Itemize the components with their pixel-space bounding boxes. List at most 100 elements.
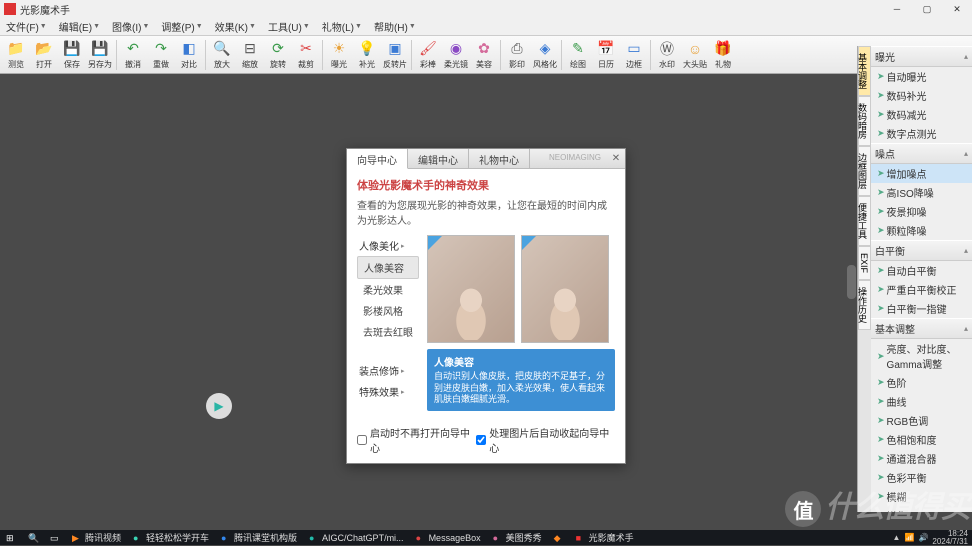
toolbtn-旋转[interactable]: ⟳旋转: [264, 38, 292, 72]
menu-7[interactable]: 帮助(H)▼: [368, 19, 422, 34]
taskbar-item-3[interactable]: ▶腾讯视频: [66, 530, 127, 545]
toolbtn-反转片[interactable]: ▣反转片: [381, 38, 409, 72]
rp-section[interactable]: 噪点▴: [871, 143, 972, 164]
preview-after[interactable]: [521, 235, 609, 343]
toolbtn-礼物[interactable]: 🎁礼物: [709, 38, 737, 72]
tab-edit[interactable]: 编辑中心: [408, 149, 469, 168]
toolbtn-柔光镜[interactable]: ◉柔光镜: [442, 38, 470, 72]
subitem-redeye[interactable]: 去斑去红眼: [357, 321, 419, 342]
arrow-icon: ➤: [877, 206, 885, 217]
toolbtn-绘图[interactable]: ✎绘图: [564, 38, 592, 72]
rp-item-夜景抑噪[interactable]: ➤夜景抑噪: [871, 202, 972, 221]
toolbtn-撤消[interactable]: ↶撤消: [119, 38, 147, 72]
taskbar-item-7[interactable]: ●MessageBox: [410, 530, 487, 545]
rp-tab-2[interactable]: 边框图层: [858, 146, 871, 196]
category-decor[interactable]: 装点修饰▸: [357, 360, 419, 381]
close-button[interactable]: ✕: [942, 0, 972, 18]
toolbtn-对比[interactable]: ◧对比: [175, 38, 203, 72]
taskbar-item-1[interactable]: 🔍: [22, 530, 44, 545]
rp-tab-0[interactable]: 基本调整: [858, 46, 871, 96]
重做-icon: ↷: [152, 40, 170, 58]
rp-item-颗粒降噪[interactable]: ➤颗粒降噪: [871, 221, 972, 240]
category-special[interactable]: 特殊效果▸: [357, 381, 419, 402]
tab-gift[interactable]: 礼物中心: [469, 149, 530, 168]
rp-item-自动白平衡[interactable]: ➤自动白平衡: [871, 261, 972, 280]
arrow-icon: ➤: [877, 128, 885, 139]
rp-item-增加噪点[interactable]: ➤增加噪点: [871, 164, 972, 183]
toolbtn-彩棒[interactable]: 🖌彩棒: [414, 38, 442, 72]
rp-item-数字点测光[interactable]: ➤数字点测光: [871, 124, 972, 143]
toolbtn-曝光[interactable]: ☀曝光: [325, 38, 353, 72]
wifi-icon: 📶: [904, 533, 914, 542]
subitem-softlight[interactable]: 柔光效果: [357, 279, 419, 300]
rp-item-通道混合器[interactable]: ➤通道混合器: [871, 449, 972, 468]
taskbar-item-4[interactable]: ●轻轻松松学开车: [127, 530, 215, 545]
menu-3[interactable]: 调整(P)▼: [155, 19, 208, 34]
system-tray[interactable]: ▲📶🔊18:242024/7/31: [893, 530, 972, 546]
collapse-icon: ▴: [964, 149, 968, 158]
rp-tab-5[interactable]: 操作历史: [858, 280, 871, 330]
rp-tab-4[interactable]: EXIF: [858, 246, 871, 280]
旋转-icon: ⟳: [269, 40, 287, 58]
tb-icon: ●: [221, 533, 231, 543]
rp-item-白平衡一指键[interactable]: ➤白平衡一指键: [871, 299, 972, 318]
toolbtn-影印[interactable]: ⎙影印: [503, 38, 531, 72]
menu-2[interactable]: 图像(I)▼: [106, 19, 155, 34]
toolbtn-缩放[interactable]: ⊟缩放: [236, 38, 264, 72]
toolbtn-美容[interactable]: ✿美容: [470, 38, 498, 72]
taskbar-item-10[interactable]: ■光影魔术手: [570, 530, 640, 545]
dialog-close-button[interactable]: ✕: [607, 149, 625, 168]
subitem-beauty[interactable]: 人像美容: [357, 256, 419, 279]
taskbar-item-9[interactable]: ◆: [548, 530, 570, 545]
checkbox-auto-collapse[interactable]: 处理图片后自动收起向导中心: [476, 425, 615, 455]
subitem-studio[interactable]: 影楼风格: [357, 300, 419, 321]
rp-item-色阶[interactable]: ➤色阶: [871, 373, 972, 392]
rp-section[interactable]: 曝光▴: [871, 46, 972, 67]
rp-section[interactable]: 白平衡▴: [871, 240, 972, 261]
toolbtn-水印[interactable]: Ⓦ水印: [653, 38, 681, 72]
menu-4[interactable]: 效果(K)▼: [209, 19, 262, 34]
taskbar-item-6[interactable]: ●AIGC/ChatGPT/mi...: [303, 530, 410, 545]
toolbtn-裁剪[interactable]: ✂裁剪: [292, 38, 320, 72]
scrollbar-thumb[interactable]: [847, 265, 856, 299]
rp-item-数码补光[interactable]: ➤数码补光: [871, 86, 972, 105]
tab-wizard[interactable]: 向导中心: [347, 149, 408, 169]
tb-icon: ●: [309, 533, 319, 543]
menu-6[interactable]: 礼物(L)▼: [316, 19, 368, 34]
toolbtn-补光[interactable]: 💡补光: [353, 38, 381, 72]
toolbtn-日历[interactable]: 📅日历: [592, 38, 620, 72]
category-portrait[interactable]: 人像美化▸: [357, 235, 419, 256]
rp-item-严重白平衡校正[interactable]: ➤严重白平衡校正: [871, 280, 972, 299]
rp-item-亮度、对比度、Gamma调整[interactable]: ➤亮度、对比度、Gamma调整: [871, 339, 972, 373]
menu-5[interactable]: 工具(U)▼: [262, 19, 316, 34]
rp-section[interactable]: 基本调整▴: [871, 318, 972, 339]
rp-tab-1[interactable]: 数码暗房: [858, 96, 871, 146]
toolbtn-重做[interactable]: ↷重做: [147, 38, 175, 72]
toolbtn-保存[interactable]: 💾保存: [58, 38, 86, 72]
rp-item-RGB色调[interactable]: ➤RGB色调: [871, 411, 972, 430]
rp-item-高ISO降噪[interactable]: ➤高ISO降噪: [871, 183, 972, 202]
对比-icon: ◧: [180, 40, 198, 58]
minimize-button[interactable]: ─: [882, 0, 912, 18]
maximize-button[interactable]: ▢: [912, 0, 942, 18]
rp-item-曲线[interactable]: ➤曲线: [871, 392, 972, 411]
rp-item-自动曝光[interactable]: ➤自动曝光: [871, 67, 972, 86]
toolbtn-测览[interactable]: 📁测览: [2, 38, 30, 72]
checkbox-no-open[interactable]: 启动时不再打开向导中心: [357, 425, 476, 455]
toolbtn-放大[interactable]: 🔍放大: [208, 38, 236, 72]
rp-tab-3[interactable]: 便捷工具: [858, 196, 871, 246]
toolbtn-风格化[interactable]: ◈风格化: [531, 38, 559, 72]
taskbar-item-0[interactable]: ⊞: [0, 530, 22, 545]
toolbtn-大头贴[interactable]: ☺大头贴: [681, 38, 709, 72]
taskbar-item-2[interactable]: ▭: [44, 530, 66, 545]
rp-item-数码减光[interactable]: ➤数码减光: [871, 105, 972, 124]
taskbar-item-8[interactable]: ●美图秀秀: [487, 530, 548, 545]
toolbtn-边框[interactable]: ▭边框: [620, 38, 648, 72]
toolbtn-另存为[interactable]: 💾另存为: [86, 38, 114, 72]
preview-before[interactable]: [427, 235, 515, 343]
menu-0[interactable]: 文件(F)▼: [0, 19, 53, 34]
menu-1[interactable]: 编辑(E)▼: [53, 19, 106, 34]
taskbar-item-5[interactable]: ●腾讯课堂机构版: [215, 530, 303, 545]
toolbtn-打开[interactable]: 📂打开: [30, 38, 58, 72]
rp-item-色相饱和度[interactable]: ➤色相饱和度: [871, 430, 972, 449]
